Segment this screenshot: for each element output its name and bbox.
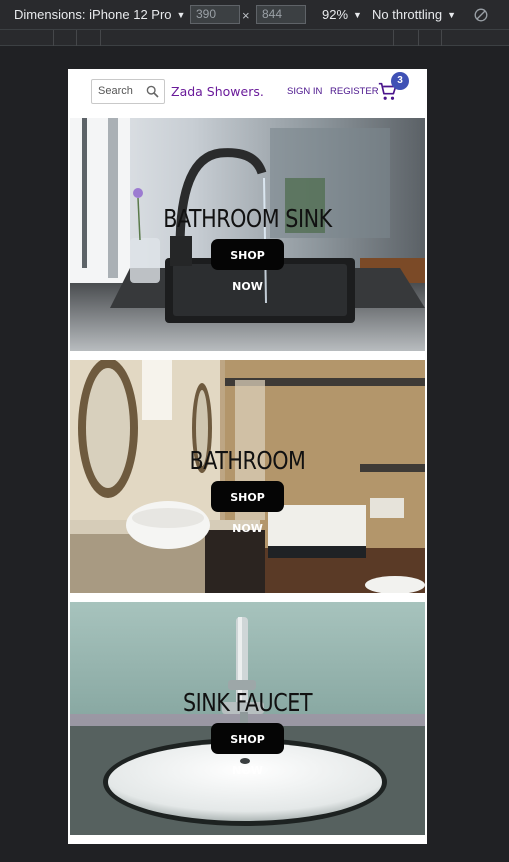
brand-logo-text[interactable]: Zada Showers.: [171, 84, 264, 99]
ruler-tick: [76, 30, 77, 46]
cart-count-badge: 3: [391, 72, 409, 90]
viewport-height-input[interactable]: 844: [256, 5, 306, 24]
caret-down-icon: ▼: [176, 9, 186, 20]
media-query-ruler: [0, 30, 509, 46]
caret-down-icon: ▼: [447, 9, 457, 20]
ruler-tick: [441, 30, 442, 46]
device-viewport: Search Zada Showers. SIGN IN REGISTER 3: [68, 69, 427, 844]
tile-title: BATHROOM: [189, 446, 306, 475]
tile-title: BATHROOM SINK: [163, 204, 332, 233]
ruler-tick: [53, 30, 54, 46]
search-input[interactable]: Search: [91, 79, 165, 104]
site-header: Search Zada Showers. SIGN IN REGISTER 3: [68, 69, 427, 115]
category-tile-bathroom-sink[interactable]: BATHROOM SINK SHOP NOW: [70, 118, 425, 351]
zoom-label: 92%: [322, 7, 349, 22]
devtools-toolbar: Dimensions: iPhone 12 Pro ▼ 390 × 844 92…: [0, 0, 509, 30]
rotate-icon[interactable]: [474, 8, 488, 22]
ruler-tick: [393, 30, 394, 46]
bathroom-sink-image: [70, 118, 425, 351]
device-dimensions-label: Dimensions: iPhone 12 Pro: [14, 7, 172, 22]
sign-in-link[interactable]: SIGN IN: [287, 86, 322, 97]
device-dimensions-dropdown[interactable]: Dimensions: iPhone 12 Pro ▼: [14, 7, 185, 22]
ruler-tick: [418, 30, 419, 46]
viewport-width-input[interactable]: 390: [190, 5, 240, 24]
shop-now-button[interactable]: SHOP NOW: [211, 723, 284, 777]
search-icon[interactable]: [146, 85, 159, 98]
zoom-dropdown[interactable]: 92% ▼: [322, 7, 362, 22]
category-tile-bathroom[interactable]: BATHROOM SHOP NOW: [70, 360, 425, 593]
register-link[interactable]: REGISTER: [330, 86, 379, 97]
throttling-dropdown[interactable]: No throttling ▼: [372, 7, 456, 22]
category-tile-sink-faucet[interactable]: SINK FAUCET SHOP NOW: [70, 602, 425, 835]
shop-now-button[interactable]: SHOP NOW: [211, 481, 284, 535]
tile-title: SINK FAUCET: [182, 688, 313, 717]
dimension-separator: ×: [242, 8, 250, 23]
bathroom-image: [70, 360, 425, 593]
throttling-label: No throttling: [372, 7, 443, 22]
caret-down-icon: ▼: [353, 9, 362, 20]
shop-now-button[interactable]: SHOP NOW: [211, 239, 284, 293]
ruler-tick: [100, 30, 101, 46]
search-placeholder: Search: [98, 85, 133, 97]
sink-faucet-image: [70, 602, 425, 835]
